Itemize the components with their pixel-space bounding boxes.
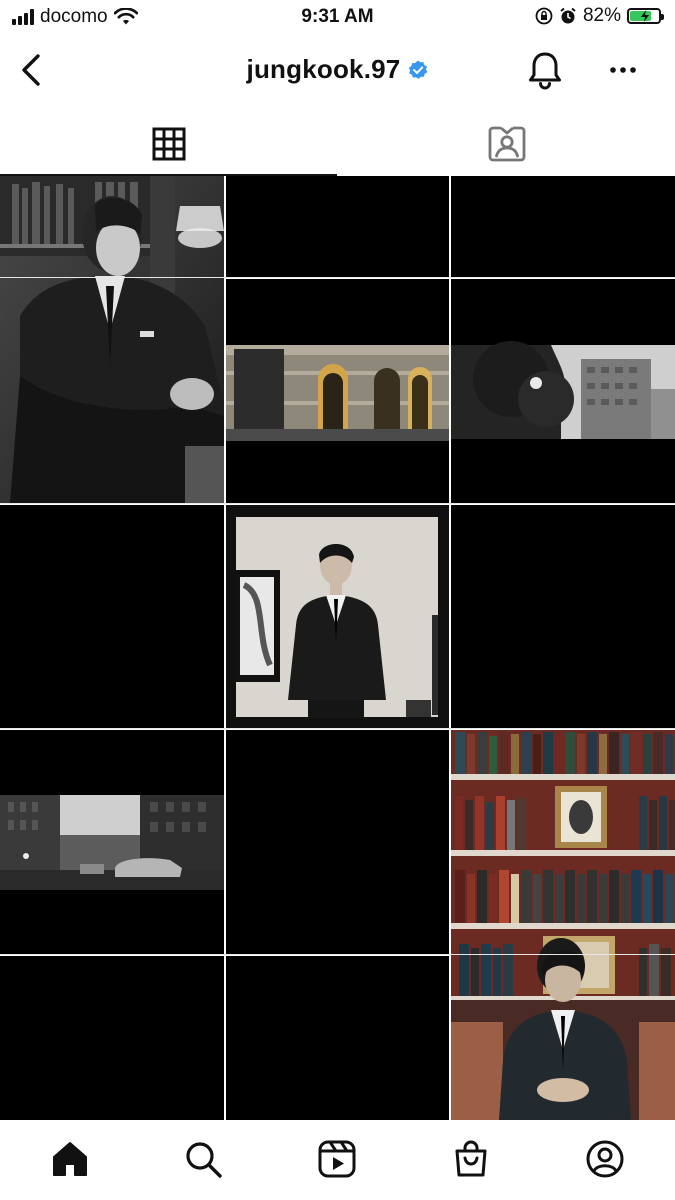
home-icon: [53, 1142, 87, 1176]
post-image: [451, 279, 675, 503]
status-left: docomo: [12, 6, 138, 28]
post-tile-city-street[interactable]: [0, 730, 224, 954]
post-tile-black-5[interactable]: [226, 730, 449, 954]
post-tile-black-6[interactable]: [0, 956, 224, 1120]
tagged-person-icon: [488, 126, 525, 162]
post-tile-bookshelf-portrait[interactable]: [451, 730, 675, 1120]
alarm-icon: [560, 7, 576, 24]
signal-icon: [12, 9, 34, 25]
nav-reels[interactable]: [312, 1134, 362, 1184]
tab-posts-grid[interactable]: [0, 112, 337, 176]
carrier-label: docomo: [40, 6, 108, 27]
post-tile-trees-buildings[interactable]: [451, 279, 675, 503]
notifications-bell-icon[interactable]: [523, 48, 567, 92]
grid-separator: [0, 728, 675, 729]
bottom-navigation: [0, 1120, 675, 1200]
reels-icon: [318, 1140, 356, 1178]
nav-home[interactable]: [45, 1134, 95, 1184]
post-image: [0, 176, 224, 503]
title-wrap: jungkook.97: [0, 54, 675, 85]
post-tile-library-portrait[interactable]: [0, 176, 224, 503]
post-tile-black-2[interactable]: [451, 176, 675, 277]
profile-username: jungkook.97: [246, 54, 401, 84]
search-icon: [186, 1142, 222, 1178]
battery-percent: 82%: [582, 5, 621, 26]
profile-header: jungkook.97: [0, 40, 675, 100]
wifi-icon: [113, 8, 138, 25]
post-tile-standing-portrait[interactable]: [226, 505, 449, 728]
profile-icon: [586, 1140, 624, 1178]
post-tile-black-4[interactable]: [451, 505, 675, 728]
post-image: [226, 505, 449, 728]
post-tile-black-7[interactable]: [226, 956, 449, 1120]
verified-badge-icon: [409, 60, 428, 79]
grid-icon: [152, 127, 185, 161]
status-bar: docomo 9:31 AM 82%: [0, 0, 675, 34]
grid-separator: [0, 277, 675, 278]
post-image: [451, 730, 675, 1120]
grid-separator: [0, 954, 675, 955]
post-tile-black-1[interactable]: [226, 176, 449, 277]
nav-profile[interactable]: [580, 1134, 630, 1184]
post-tile-building-night[interactable]: [226, 279, 449, 503]
profile-tabs: [0, 112, 675, 176]
nav-shop[interactable]: [446, 1134, 496, 1184]
post-tile-black-3[interactable]: [0, 505, 224, 728]
battery-icon: [627, 8, 664, 24]
status-right: 82%: [535, 5, 664, 27]
post-image: [0, 730, 224, 954]
posts-grid: [0, 176, 675, 1120]
tab-tagged[interactable]: [338, 112, 675, 176]
shop-icon: [455, 1140, 487, 1177]
grid-separator: [0, 503, 675, 504]
more-options-icon[interactable]: [605, 56, 641, 84]
rotation-lock-icon: [535, 7, 553, 25]
post-image: [226, 279, 449, 503]
nav-search[interactable]: [178, 1134, 228, 1184]
